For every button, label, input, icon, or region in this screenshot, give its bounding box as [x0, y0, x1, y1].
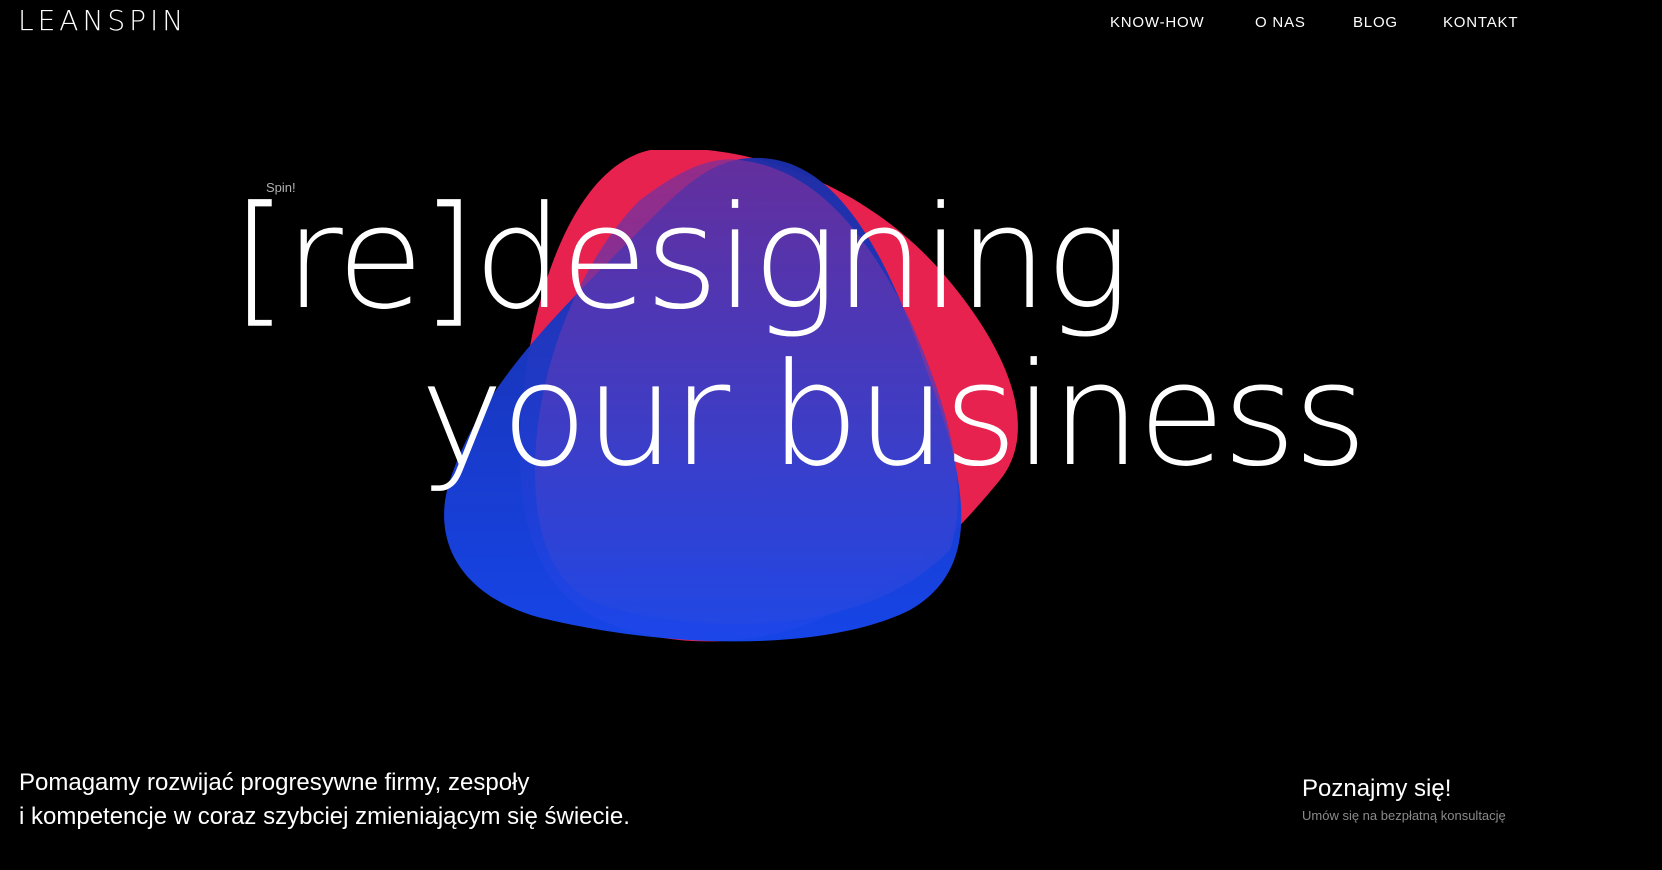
tagline-line-1: Pomagamy rozwijać progresywne firmy, zes…	[19, 769, 530, 796]
leanspin-logo[interactable]: LEANSPIN	[18, 4, 187, 37]
tagline-line-2: i kompetencje w coraz szybciej zmieniają…	[19, 803, 630, 830]
nav-item-know-how[interactable]: KNOW-HOW	[1110, 14, 1204, 31]
nav-item-o-nas[interactable]: O NAS	[1255, 14, 1306, 31]
cta-subtitle: Umów się na bezpłatną konsultację	[1302, 808, 1506, 823]
page: LEANSPIN KNOW-HOW O NAS BLOG KONTAKT Spi…	[0, 0, 1662, 870]
hero-headline-line-2: your business	[420, 333, 1367, 498]
cta-title[interactable]: Poznajmy się!	[1302, 774, 1506, 804]
hero-tagline: Pomagamy rozwijać progresywne firmy, zes…	[19, 766, 630, 834]
hero-headline-line-1: [re]designing	[232, 176, 1130, 341]
contact-cta[interactable]: Poznajmy się! Umów się na bezpłatną kons…	[1302, 774, 1506, 823]
nav-item-kontakt[interactable]: KONTAKT	[1443, 14, 1518, 31]
nav-item-blog[interactable]: BLOG	[1353, 14, 1398, 31]
